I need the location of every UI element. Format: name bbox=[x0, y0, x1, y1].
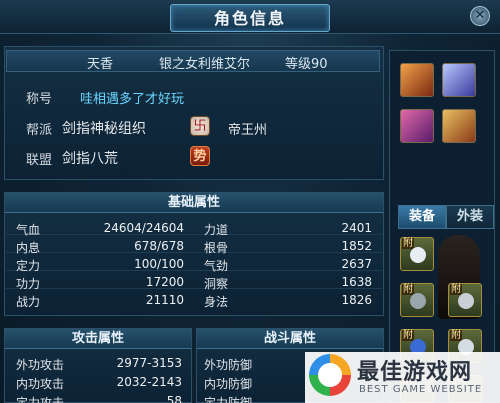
attack-value-external: 2977-3153 bbox=[116, 356, 182, 370]
stat-label-agility: 身法 bbox=[204, 295, 229, 309]
stat-label-insight: 洞察 bbox=[204, 277, 229, 291]
tab-equipment[interactable]: 装备 bbox=[398, 205, 446, 229]
equip-slot-armor[interactable]: 附 bbox=[448, 283, 482, 317]
attack-label-focus: 定力攻击 bbox=[16, 396, 65, 403]
watermark-subtitle: BEST GAME WEBSITE bbox=[359, 384, 483, 395]
skill-book-blue-icon[interactable] bbox=[442, 63, 476, 97]
attack-value-focus: 58 bbox=[166, 394, 182, 403]
server-name: 帝王州 bbox=[228, 123, 268, 138]
title-plate: 角色信息 bbox=[170, 4, 330, 32]
attack-label-external: 外功攻击 bbox=[16, 358, 65, 372]
tab-appearance[interactable]: 外装 bbox=[446, 205, 494, 229]
slot-badge: 附 bbox=[402, 330, 414, 341]
guild-value[interactable]: 剑指神秘组织 bbox=[62, 118, 146, 138]
stat-value-agility: 1826 bbox=[341, 293, 372, 307]
window-title: 角色信息 bbox=[213, 9, 286, 28]
skill-book-purple-icon[interactable] bbox=[400, 109, 434, 143]
level-label: 等级90 bbox=[285, 57, 328, 72]
alliance-emblem-icon: 势 bbox=[190, 146, 210, 166]
stat-value-hp: 24604/24604 bbox=[103, 221, 184, 235]
stat-value-combat: 21110 bbox=[145, 293, 184, 307]
skill-book-gold-icon[interactable] bbox=[442, 109, 476, 143]
site-watermark: 最佳游戏网 BEST GAME WEBSITE bbox=[305, 352, 500, 403]
alliance-value[interactable]: 剑指八荒 bbox=[62, 148, 118, 168]
close-icon[interactable]: ✕ bbox=[470, 6, 490, 26]
combat-attributes-header: 战斗属性 bbox=[197, 329, 383, 349]
title-label: 称号 bbox=[26, 92, 53, 107]
equip-slot-weapon[interactable]: 附 bbox=[400, 237, 434, 271]
slot-badge: 附 bbox=[402, 284, 414, 295]
stat-value-mp: 678/678 bbox=[134, 239, 184, 253]
basic-attributes-header: 基础属性 bbox=[5, 193, 383, 213]
stat-label-energy: 气劲 bbox=[204, 259, 229, 273]
skill-book-fire-icon[interactable] bbox=[400, 63, 434, 97]
stat-label-focus: 定力 bbox=[16, 259, 41, 273]
title-bar: 角色信息 ✕ bbox=[0, 0, 500, 34]
attack-label-internal: 内功攻击 bbox=[16, 377, 65, 391]
stat-label-strength: 力道 bbox=[204, 223, 229, 237]
slot-badge: 附 bbox=[450, 284, 462, 295]
stat-value-constitution: 1852 bbox=[341, 239, 372, 253]
stat-label-mp: 内息 bbox=[16, 241, 41, 255]
stat-label-hp: 气血 bbox=[16, 223, 41, 237]
stat-label-power: 功力 bbox=[16, 277, 41, 291]
stat-value-strength: 2401 bbox=[341, 221, 372, 235]
watermark-logo-icon bbox=[309, 354, 351, 396]
defense-label-external: 外功防御 bbox=[204, 358, 253, 372]
stat-value-energy: 2637 bbox=[341, 257, 372, 271]
equipment-column: 装备 外装 附 附 附 附 附 附 附 bbox=[389, 50, 495, 403]
defense-label-focus: 定力防御 bbox=[204, 396, 253, 403]
title-value[interactable]: 哇相遇多了才好玩 bbox=[80, 88, 184, 107]
slot-badge: 附 bbox=[450, 330, 462, 341]
character-name: 银之女利维艾尔 bbox=[159, 57, 251, 72]
stat-label-combat: 战力 bbox=[16, 295, 41, 309]
name-row: 天香 银之女利维艾尔 等级90 bbox=[6, 50, 380, 72]
stat-value-insight: 1638 bbox=[341, 275, 372, 289]
stat-value-focus: 100/100 bbox=[134, 257, 184, 271]
guild-label: 帮派 bbox=[26, 123, 53, 138]
guild-emblem-icon: 卐 bbox=[190, 116, 210, 136]
equip-slot-weapon-2[interactable]: 附 bbox=[400, 283, 434, 317]
amulet-icon bbox=[458, 293, 474, 309]
dagger-icon bbox=[410, 293, 426, 309]
alliance-label: 联盟 bbox=[26, 153, 53, 168]
attack-value-internal: 2032-2143 bbox=[116, 375, 182, 389]
sect-label: 天香 bbox=[87, 57, 114, 72]
stat-value-power: 17200 bbox=[145, 275, 184, 289]
fan-icon bbox=[410, 247, 426, 263]
stat-label-constitution: 根骨 bbox=[204, 241, 229, 255]
attack-attributes-header: 攻击属性 bbox=[5, 329, 191, 349]
slot-badge: 附 bbox=[402, 238, 414, 249]
character-info-window: 角色信息 ✕ 天香 银之女利维艾尔 等级90 称号 哇相遇多了才好玩 帮派 剑指… bbox=[0, 0, 500, 403]
defense-label-internal: 内功防御 bbox=[204, 377, 253, 391]
watermark-title: 最佳游戏网 bbox=[357, 360, 473, 385]
